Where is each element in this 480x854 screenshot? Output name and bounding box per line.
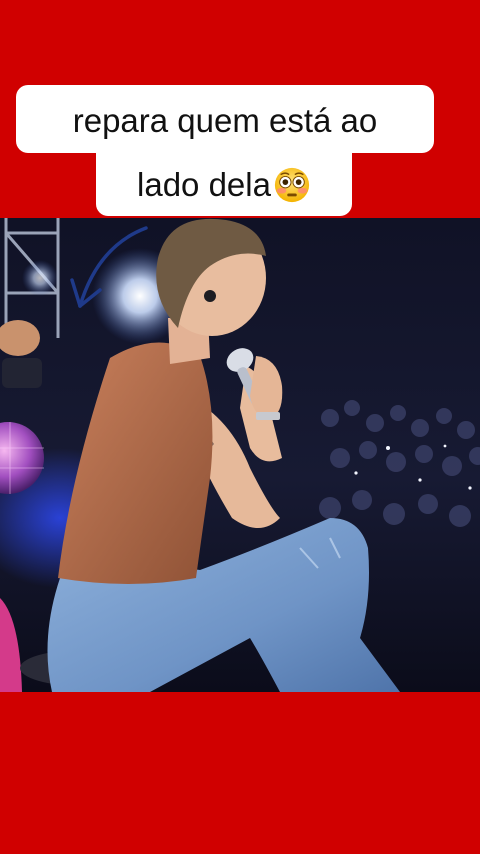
flushed-face-icon	[274, 167, 310, 203]
caption-text-2: lado dela	[137, 166, 271, 203]
wristwatch	[256, 412, 280, 420]
camera	[2, 358, 42, 388]
caption-overlay: repara quem está ao lado dela	[0, 0, 480, 216]
caption-line-1: repara quem está ao	[16, 85, 434, 153]
video-frame: repara quem está ao lado dela	[0, 0, 480, 854]
in-ear-monitor	[204, 290, 216, 302]
concert-photo	[0, 218, 480, 692]
caption-line-2: lado dela	[96, 150, 352, 216]
spotlight-small	[22, 260, 58, 296]
bottom-band	[0, 692, 480, 854]
concert-scene	[0, 218, 480, 692]
caption-text-1: repara quem está ao	[72, 102, 378, 139]
